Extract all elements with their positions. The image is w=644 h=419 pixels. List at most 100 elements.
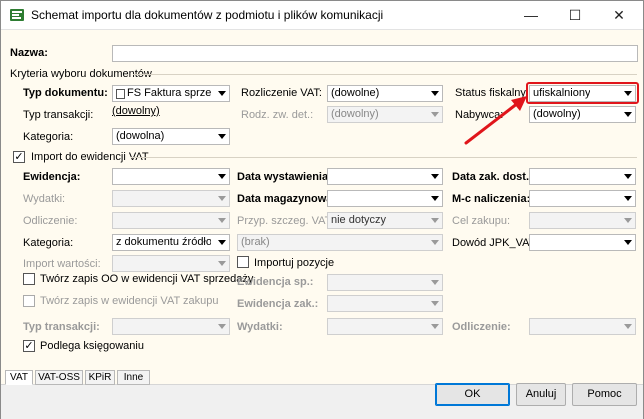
issue-date-select[interactable] — [327, 168, 443, 185]
import-positions-checkbox[interactable] — [237, 256, 249, 268]
create-oo-sales-label: Twórz zapis OO w ewidencji VAT sprzedaży — [40, 273, 254, 285]
cancel-button[interactable]: Anuluj — [516, 383, 566, 406]
chevron-down-icon — [431, 240, 439, 245]
expenses2-label: Wydatki: — [237, 321, 283, 333]
doc-type-label: Typ dokumentu: — [23, 87, 108, 99]
chevron-down-icon — [218, 91, 226, 96]
chevron-down-icon — [218, 134, 226, 139]
rodz-select[interactable]: (dowolny) — [327, 106, 443, 123]
deduction2-label: Odliczenie: — [452, 321, 511, 333]
bookkeeping-checkbox[interactable]: ✓ — [23, 340, 35, 352]
expenses2-select[interactable] — [327, 318, 443, 335]
issue-date-label: Data wystawienia: — [237, 171, 332, 183]
doc-type-select[interactable]: FS Faktura sprzedaży — [112, 85, 230, 102]
chevron-down-icon — [431, 174, 439, 179]
fiscal-status-select[interactable]: ufiskalniony — [529, 85, 636, 102]
deduction-label: Odliczenie: — [23, 215, 78, 227]
chevron-down-icon — [431, 324, 439, 329]
expenses-select[interactable] — [112, 190, 230, 207]
purchase-date-label: Data zak. dost.: — [452, 171, 533, 183]
window-title: Schemat importu dla dokumentów z podmiot… — [31, 8, 384, 22]
chevron-down-icon — [218, 196, 226, 201]
chevron-down-icon — [431, 301, 439, 306]
vat-group-divider — [131, 157, 637, 158]
import-positions-label: Importuj pozycje — [254, 257, 335, 269]
criteria-group-divider — [133, 74, 637, 75]
buyer-select[interactable]: (dowolny) — [529, 106, 636, 123]
vat-settlement-label: Rozliczenie VAT: — [241, 87, 322, 99]
transaction-type-label: Typ transakcji: — [23, 109, 94, 121]
accrual-month-label: M-c naliczenia: — [452, 193, 531, 205]
chevron-down-icon — [218, 261, 226, 266]
import-value-select[interactable] — [112, 255, 230, 272]
zak-register-label: Ewidencja zak.: — [237, 298, 319, 310]
tx-type-label: Typ transakcji: — [23, 321, 100, 333]
app-icon — [10, 9, 24, 21]
name-input[interactable] — [112, 45, 638, 62]
warehouse-date-label: Data magazynowa: — [237, 193, 337, 205]
minimize-icon[interactable]: — — [509, 1, 553, 30]
accrual-month-select[interactable] — [529, 190, 636, 207]
tab-inne[interactable]: Inne — [117, 370, 150, 385]
annotation-arrow-icon — [464, 96, 527, 145]
purchase-date-select[interactable] — [529, 168, 636, 185]
jpk-select[interactable] — [529, 234, 636, 251]
register-select[interactable] — [112, 168, 230, 185]
maximize-icon[interactable]: ☐ — [553, 1, 597, 30]
category2-select[interactable]: z dokumentu źródłowego — [112, 234, 230, 251]
special-vat-label: Przyp. szczeg. VAT: — [237, 215, 334, 227]
bookkeeping-label: Podlega księgowaniu — [40, 340, 144, 352]
title-bar: Schemat importu dla dokumentów z podmiot… — [1, 1, 643, 30]
help-button[interactable]: Pomoc — [572, 383, 637, 406]
chevron-down-icon — [218, 240, 226, 245]
deduction2-select[interactable] — [529, 318, 636, 335]
name-label: Nazwa: — [10, 47, 48, 59]
sp-register-label: Ewidencja sp.: — [237, 276, 314, 288]
tab-kpir[interactable]: KPiR — [85, 370, 115, 385]
purchase-goal-select[interactable] — [529, 212, 636, 229]
deduction-select[interactable] — [112, 212, 230, 229]
chevron-down-icon — [218, 218, 226, 223]
create-purchase-checkbox[interactable] — [23, 295, 35, 307]
chevron-down-icon — [431, 218, 439, 223]
chevron-down-icon — [624, 196, 632, 201]
ok-button[interactable]: OK — [435, 383, 510, 406]
create-purchase-label: Twórz zapis w ewidencji VAT zakupu — [40, 295, 219, 307]
transaction-type-link[interactable]: (dowolny) — [112, 105, 160, 117]
chevron-down-icon — [624, 91, 632, 96]
chevron-down-icon — [624, 240, 632, 245]
vat-settlement-select[interactable]: (dowolne) — [327, 85, 443, 102]
chevron-down-icon — [218, 324, 226, 329]
criteria-group-label: Kryteria wyboru dokumentów — [10, 68, 152, 80]
chevron-down-icon — [431, 280, 439, 285]
create-oo-sales-checkbox[interactable] — [23, 273, 35, 285]
document-icon — [116, 89, 125, 99]
sp-register-select[interactable] — [327, 274, 443, 291]
rodz-label: Rodz. zw. det.: — [241, 109, 314, 121]
vat-import-checkbox[interactable]: ✓ — [13, 151, 25, 163]
import-value-label: Import wartości: — [23, 258, 101, 270]
chevron-down-icon — [624, 112, 632, 117]
zak-register-select[interactable] — [327, 295, 443, 312]
purchase-goal-label: Cel zakupu: — [452, 215, 511, 227]
expenses-label: Wydatki: — [23, 193, 66, 205]
dialog-window: Schemat importu dla dokumentów z podmiot… — [0, 0, 644, 419]
close-icon[interactable]: ✕ — [597, 1, 641, 30]
special-vat-select[interactable]: nie dotyczy — [327, 212, 443, 229]
chevron-down-icon — [624, 324, 632, 329]
warehouse-date-select[interactable] — [327, 190, 443, 207]
brak-select[interactable]: (brak) — [237, 234, 443, 251]
tab-vat-oss[interactable]: VAT-OSS — [35, 370, 83, 385]
jpk-label: Dowód JPK_VAT: — [452, 237, 538, 249]
category2-label: Kategoria: — [23, 237, 74, 249]
chevron-down-icon — [218, 174, 226, 179]
chevron-down-icon — [431, 91, 439, 96]
chevron-down-icon — [431, 196, 439, 201]
chevron-down-icon — [624, 218, 632, 223]
chevron-down-icon — [624, 174, 632, 179]
category-select[interactable]: (dowolna) — [112, 128, 230, 145]
tab-vat[interactable]: VAT — [5, 370, 33, 385]
tx-type-select[interactable] — [112, 318, 230, 335]
category-label: Kategoria: — [23, 131, 74, 143]
chevron-down-icon — [431, 112, 439, 117]
